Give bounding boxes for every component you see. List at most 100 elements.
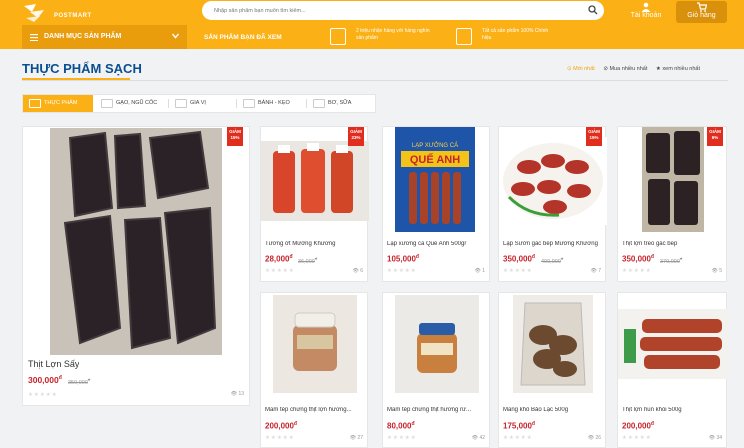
search-input[interactable] xyxy=(214,4,574,17)
rating-stars: ★★★★★ xyxy=(265,268,295,274)
old-price: 400,000đ xyxy=(541,256,564,265)
view-count: 👁 13 xyxy=(230,391,244,397)
sort-options: ⊙ Mới nhất ⊘ Mua nhiều nhất ★ xem nhiều … xyxy=(560,66,700,72)
product-image[interactable]: LẠP XƯỞNG CÁ QUẾ ANH xyxy=(395,127,475,232)
tab-label: THỰC PHẨM xyxy=(44,100,78,106)
view-count: 👁 42 xyxy=(471,435,485,441)
product-photo: LẠP XƯỞNG CÁ QUẾ ANH xyxy=(395,127,475,232)
product-name[interactable]: Tương ớt Mường Khương xyxy=(265,241,365,247)
old-price: 36,000đ xyxy=(298,256,318,265)
rating-stars: ★★★★★ xyxy=(28,392,58,398)
product-price: 200,000đ xyxy=(265,421,297,431)
cart-icon xyxy=(696,2,707,12)
product-name[interactable]: Măng khô Bảo Lạc 500g xyxy=(503,407,603,413)
rating-stars: ★★★★★ xyxy=(622,268,652,274)
category-icon xyxy=(101,99,113,108)
product-name[interactable]: Thịt Lợn Sấy xyxy=(28,359,79,369)
view-count: 👁 5 xyxy=(711,268,722,274)
sort-most-viewed[interactable]: ★ xem nhiều nhất xyxy=(656,66,700,72)
user-icon xyxy=(641,2,651,12)
product-name[interactable]: Thịt lợn treo gác bếp xyxy=(622,241,722,247)
promo-item-2: Tất cả sản phẩm 100% Chính hiệu xyxy=(456,27,556,47)
product-name[interactable]: Mắm tép chưng thịt hương rừ... xyxy=(387,407,487,413)
product-image[interactable] xyxy=(499,137,607,225)
svg-text:QUẾ ANH: QUẾ ANH xyxy=(410,153,460,166)
tab-label: GIA VỊ xyxy=(190,100,206,106)
cart-label: Giỏ hàng xyxy=(687,12,716,19)
product-price: 80,000đ xyxy=(387,421,415,431)
tab-bo-sua[interactable]: BƠ, SỮA xyxy=(307,95,375,112)
search-icon[interactable] xyxy=(588,5,598,15)
svg-text:LẠP XƯỞNG CÁ: LẠP XƯỞNG CÁ xyxy=(412,142,458,149)
product-image[interactable] xyxy=(513,295,593,393)
product-price: 28,000đ xyxy=(265,254,293,264)
chevron-down-icon xyxy=(172,33,179,39)
tab-thuc-pham[interactable]: THỰC PHẨM xyxy=(23,95,93,112)
promo-icon xyxy=(456,28,472,45)
tab-label: BƠ, SỮA xyxy=(328,100,352,106)
rating-stars: ★★★★★ xyxy=(503,435,533,441)
promo-text: 2 triệu nhận hàng với hàng nghìn sản phẩ… xyxy=(356,28,430,41)
product-name[interactable]: Lạp Sườn gác bếp Mường Khương xyxy=(503,241,603,247)
discount-badge: GIẢM 23% xyxy=(348,127,364,146)
sort-newest[interactable]: ⊙ Mới nhất xyxy=(567,66,595,72)
logo-icon xyxy=(24,4,44,22)
product-name[interactable]: Lạp xưởng cá Quế Anh 500gr xyxy=(387,241,487,247)
product-price: 175,000đ xyxy=(503,421,535,431)
tab-gia-vi[interactable]: GIA VỊ xyxy=(169,95,237,112)
product-card[interactable]: Mắm tép chưng thịt hương rừ... 80,000đ ★… xyxy=(382,292,490,448)
old-price: 350,000đ xyxy=(68,377,91,386)
tab-gao-ngu-coc[interactable]: GẠO, NGŨ CỐC xyxy=(95,95,169,112)
logo-text: POSTMART xyxy=(54,13,92,19)
product-image[interactable] xyxy=(50,128,222,355)
product-card[interactable]: Măng khô Bảo Lạc 500g 175,000đ ★★★★★ 👁 2… xyxy=(498,292,606,448)
view-count: 👁 26 xyxy=(587,435,601,441)
product-photo xyxy=(513,295,593,393)
product-photo xyxy=(499,137,607,225)
cart-button[interactable]: Giỏ hàng xyxy=(676,1,727,23)
product-card[interactable]: GIẢM 23% Tương ớt Mường Khương 28,000đ 36… xyxy=(260,126,369,282)
rating-stars: ★★★★★ xyxy=(503,268,533,274)
category-icon xyxy=(243,99,255,108)
product-photo xyxy=(618,309,728,379)
product-image[interactable] xyxy=(618,309,728,379)
account-label: Tài khoản xyxy=(630,12,662,19)
product-card[interactable]: GIẢM 6% Thịt lợn treo gác bếp 350,000đ 37… xyxy=(617,126,727,282)
hamburger-icon xyxy=(30,34,38,41)
product-photo xyxy=(50,128,222,355)
product-price: 350,000đ xyxy=(503,254,535,264)
search-box[interactable] xyxy=(202,1,604,20)
account-button[interactable]: Tài khoản xyxy=(626,1,666,23)
product-name[interactable]: Mắm tép chưng thịt lợn hương... xyxy=(265,407,365,413)
product-card[interactable]: Thịt lợn hun khói 500g 200,000đ ★★★★★ 👁 … xyxy=(617,292,728,448)
product-image[interactable] xyxy=(395,295,479,393)
rating-stars: ★★★★★ xyxy=(387,268,417,274)
product-name[interactable]: Thịt lợn hun khói 500g xyxy=(622,407,722,413)
product-photo xyxy=(261,141,369,221)
view-count: 👁 7 xyxy=(590,268,601,274)
product-card[interactable]: GIẢM 15% Thịt Lợn Sấy 300,000đ 350,000đ ★… xyxy=(22,126,250,406)
category-menu-label: DANH MỤC SẢN PHẨM xyxy=(44,33,122,40)
discount-badge: GIẢM 6% xyxy=(707,127,723,146)
tab-label: GẠO, NGŨ CỐC xyxy=(116,100,158,106)
product-image[interactable] xyxy=(642,127,704,232)
postmart-logo[interactable]: POSTMART xyxy=(22,2,102,24)
category-tabs: THỰC PHẨM GẠO, NGŨ CỐC GIA VỊ BÁNH - KẸO… xyxy=(22,94,376,113)
product-card[interactable]: GIẢM 15% Lạp Sườn gác bếp Mường Khương 35… xyxy=(498,126,607,282)
view-count: 👁 34 xyxy=(708,435,722,441)
category-menu-button[interactable]: DANH MỤC SẢN PHẨM xyxy=(22,25,187,49)
viewed-products-link[interactable]: SẢN PHẨM BẠN ĐÃ XEM xyxy=(204,34,282,41)
tab-banh-keo[interactable]: BÁNH - KẸO xyxy=(237,95,307,112)
product-card[interactable]: LẠP XƯỞNG CÁ QUẾ ANH Lạp xưởng cá Quế An… xyxy=(382,126,490,282)
product-image[interactable] xyxy=(273,295,357,393)
rating-stars: ★★★★★ xyxy=(265,435,295,441)
product-image[interactable] xyxy=(261,141,369,221)
product-card[interactable]: Mắm tép chưng thịt lợn hương... 200,000đ… xyxy=(260,292,368,448)
category-icon xyxy=(29,99,41,108)
discount-badge: GIẢM 15% xyxy=(586,127,602,146)
category-icon xyxy=(313,99,325,108)
tab-label: BÁNH - KẸO xyxy=(258,100,290,106)
sort-best-selling[interactable]: ⊘ Mua nhiều nhất xyxy=(603,66,647,72)
view-count: 👁 27 xyxy=(349,435,363,441)
rating-stars: ★★★★★ xyxy=(622,435,652,441)
